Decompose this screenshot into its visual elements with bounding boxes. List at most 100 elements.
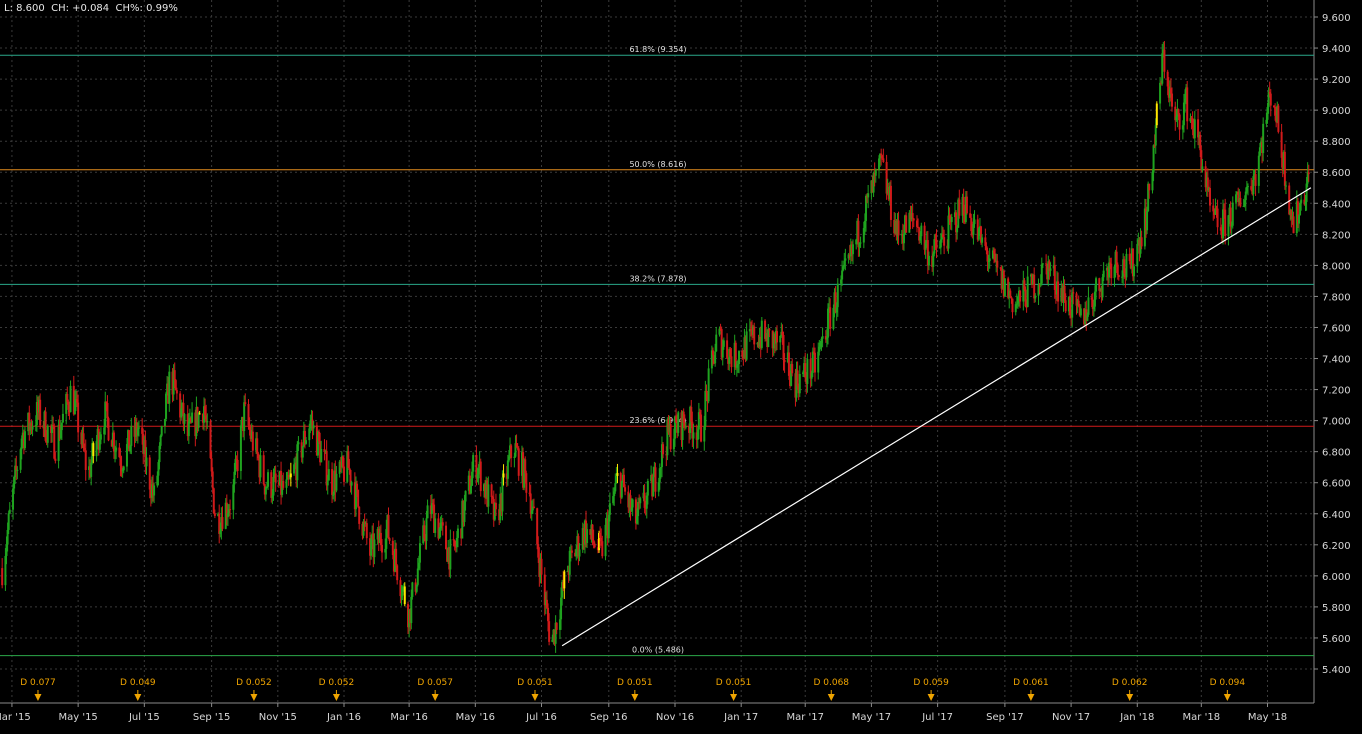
candle-body bbox=[1284, 185, 1287, 187]
candle-body bbox=[1146, 210, 1149, 231]
candle-body bbox=[836, 283, 839, 308]
y-tick-label: 6.200 bbox=[1322, 541, 1351, 552]
candle-body bbox=[601, 541, 604, 557]
candle-body bbox=[1258, 147, 1261, 156]
y-tick-label: 9.200 bbox=[1322, 75, 1351, 86]
dividend-arrow-icon[interactable] bbox=[927, 694, 935, 701]
fib-level-label: 50.0% (8.616) bbox=[629, 160, 686, 169]
candle-body bbox=[578, 549, 581, 557]
candle-body bbox=[851, 244, 854, 255]
candle-body bbox=[494, 502, 497, 510]
dividend-label: D 0.062 bbox=[1112, 678, 1148, 688]
candle-body bbox=[77, 402, 80, 433]
candle-body bbox=[956, 227, 959, 233]
candle-body bbox=[912, 218, 915, 221]
candle-body bbox=[1019, 290, 1022, 302]
candle-body bbox=[1235, 194, 1238, 203]
y-tick-label: 7.600 bbox=[1322, 323, 1351, 334]
candle-body bbox=[320, 449, 323, 463]
candle-body bbox=[905, 215, 908, 233]
candle-body bbox=[107, 418, 110, 441]
candle-body bbox=[305, 440, 308, 444]
candle-body bbox=[1254, 174, 1257, 186]
dividend-arrow-icon[interactable] bbox=[1223, 694, 1231, 701]
dividend-arrow-icon[interactable] bbox=[134, 694, 142, 701]
fibonacci-levels: 61.8% (9.354)50.0% (8.616)38.2% (7.878)2… bbox=[0, 45, 1314, 657]
candle-body bbox=[1125, 253, 1128, 278]
candle-body bbox=[1257, 155, 1260, 186]
status-line: L: 8.600 CH: +0.084 CH%: 0.99% bbox=[4, 3, 178, 14]
x-tick-label: Sep '15 bbox=[193, 712, 231, 723]
candle-body bbox=[1034, 295, 1037, 299]
dividend-label: D 0.094 bbox=[1210, 678, 1246, 688]
candle-body bbox=[31, 426, 34, 430]
candle-body bbox=[213, 513, 216, 516]
candle-body bbox=[90, 462, 93, 477]
candle-body bbox=[1011, 298, 1014, 313]
candle-body bbox=[84, 450, 87, 470]
candle-body bbox=[707, 368, 710, 402]
dividend-arrow-icon[interactable] bbox=[250, 694, 258, 701]
dividend-arrow-icon[interactable] bbox=[730, 694, 738, 701]
candle-body bbox=[1041, 263, 1044, 265]
candle-body bbox=[791, 364, 794, 374]
candle-body bbox=[1116, 264, 1119, 276]
candle-body bbox=[783, 360, 786, 363]
x-tick-label: May '17 bbox=[852, 712, 891, 723]
dividend-label: D 0.052 bbox=[236, 678, 272, 688]
candle-body bbox=[1208, 187, 1211, 206]
dividend-arrow-icon[interactable] bbox=[1126, 694, 1134, 701]
price-chart[interactable]: 61.8% (9.354)50.0% (8.616)38.2% (7.878)2… bbox=[0, 0, 1362, 730]
candle-body bbox=[211, 471, 214, 489]
dividend-arrow-icon[interactable] bbox=[531, 694, 539, 701]
candle-body bbox=[410, 596, 413, 624]
candle-body bbox=[1178, 114, 1181, 130]
candle-body bbox=[343, 466, 346, 482]
dividend-arrow-icon[interactable] bbox=[827, 694, 835, 701]
fib-level-label: 61.8% (9.354) bbox=[629, 45, 686, 54]
y-tick-label: 8.000 bbox=[1322, 261, 1351, 272]
candle-body bbox=[272, 476, 275, 496]
x-tick-label: Nov '15 bbox=[259, 712, 297, 723]
dividend-arrow-icon[interactable] bbox=[431, 694, 439, 701]
candle-body bbox=[911, 213, 914, 219]
candle-body bbox=[1269, 93, 1272, 106]
candle-body bbox=[357, 489, 360, 507]
candle-body bbox=[206, 421, 209, 423]
candle-body bbox=[236, 459, 239, 471]
x-tick-label: May '18 bbox=[1248, 712, 1287, 723]
candle-body bbox=[285, 479, 288, 488]
candle-body bbox=[768, 328, 771, 331]
candle-body bbox=[510, 445, 513, 458]
x-tick-label: Sep '17 bbox=[986, 712, 1024, 723]
fib-level-label: 0.0% (5.486) bbox=[632, 646, 684, 655]
dividend-label: D 0.049 bbox=[120, 678, 156, 688]
y-tick-label: 5.400 bbox=[1322, 665, 1351, 676]
candle-body bbox=[943, 237, 946, 246]
y-tick-label: 7.200 bbox=[1322, 386, 1351, 397]
candle-body bbox=[745, 331, 748, 360]
x-tick-label: Jul '16 bbox=[525, 712, 557, 723]
candle-body bbox=[358, 506, 361, 524]
candle-body bbox=[327, 469, 330, 481]
candle-body bbox=[7, 513, 10, 530]
y-tick-label: 6.800 bbox=[1322, 448, 1351, 459]
y-axis: 9.600 9.400 9.200 9.000 8.800 8.600 8.400 8.200… bbox=[1314, 13, 1351, 676]
candle-body bbox=[356, 483, 359, 490]
candle-body bbox=[54, 458, 57, 461]
chart-window: 61.8% (9.354) 50.0% (8.616) 38.2% (7.878) 2… bbox=[0, 0, 1362, 730]
y-tick-label: 8.400 bbox=[1322, 199, 1351, 210]
candle-body bbox=[1140, 237, 1143, 247]
candle-body bbox=[555, 622, 558, 630]
dividend-arrow-icon[interactable] bbox=[631, 694, 639, 701]
candle-body bbox=[173, 370, 176, 381]
candle-body bbox=[614, 483, 617, 492]
candle-body bbox=[387, 515, 390, 539]
candle-body bbox=[1307, 172, 1310, 175]
candle-body bbox=[487, 484, 490, 507]
dividend-arrow-icon[interactable] bbox=[1027, 694, 1035, 701]
candle-body bbox=[889, 185, 892, 220]
candle-body bbox=[616, 473, 619, 476]
dividend-arrow-icon[interactable] bbox=[34, 694, 42, 701]
dividend-arrow-icon[interactable] bbox=[332, 694, 340, 701]
